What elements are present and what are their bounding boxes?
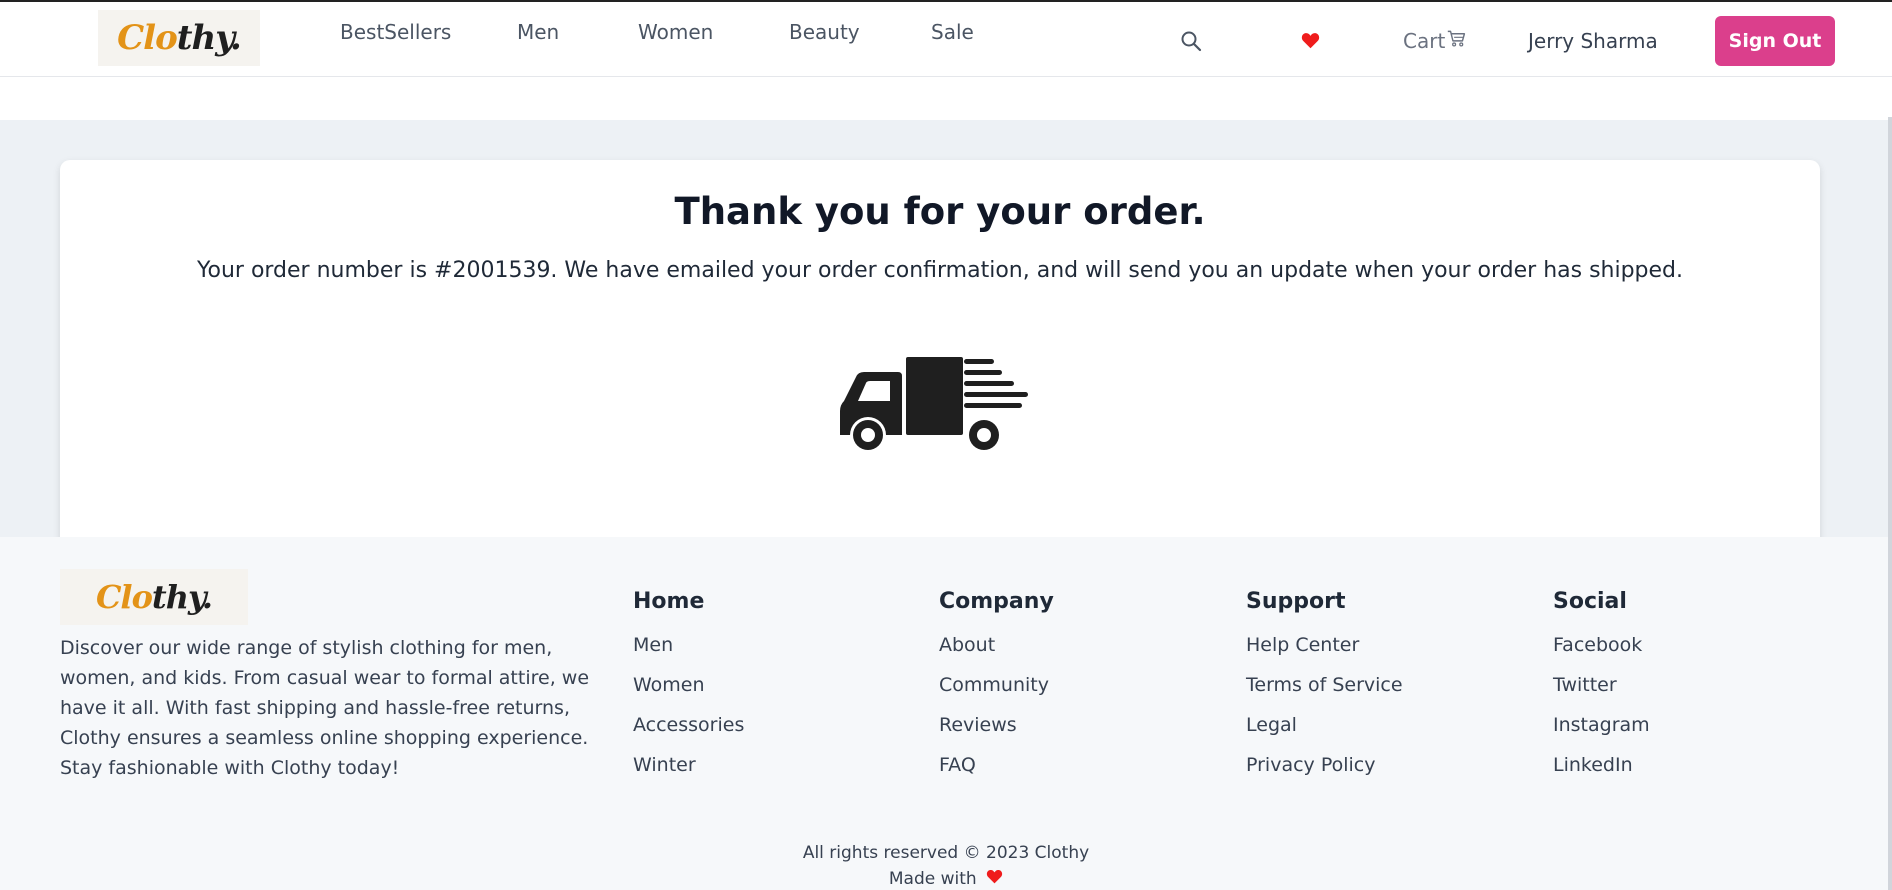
heart-icon [986,869,1003,889]
sign-out-button[interactable]: Sign Out [1715,16,1835,66]
footer-link-reviews[interactable]: Reviews [939,712,1054,752]
nav-beauty[interactable]: Beauty [789,20,860,44]
footer-link-privacy[interactable]: Privacy Policy [1246,752,1403,792]
copyright-text: All rights reserved © 2023 Clothy [802,843,1090,863]
footer-heading-social: Social [1553,589,1627,614]
footer-column-social: Social Facebook Twitter Instagram Linked… [1553,589,1650,792]
footer-link-men[interactable]: Men [633,632,744,672]
logo-text-part1: Clo [117,18,178,58]
footer-logo-part2: thy. [151,578,213,616]
footer-link-facebook[interactable]: Facebook [1553,632,1650,672]
nav-women[interactable]: Women [638,20,713,44]
footer-link-linkedin[interactable]: LinkedIn [1553,752,1650,792]
confirmation-message: Your order number is #2001539. We have e… [196,258,1684,283]
footer-link-community[interactable]: Community [939,672,1054,712]
cart-label: Cart [1403,29,1446,53]
footer-column-support: Support Help Center Terms of Service Leg… [1246,589,1403,792]
page-scrollbar[interactable] [1888,117,1892,890]
footer-link-winter[interactable]: Winter [633,752,744,792]
nav-bestsellers[interactable]: BestSellers [340,20,451,44]
order-confirmation-card: Thank you for your order. Your order num… [60,160,1820,547]
confirmation-title: Thank you for your order. [674,190,1206,233]
footer-link-terms[interactable]: Terms of Service [1246,672,1403,712]
footer-link-twitter[interactable]: Twitter [1553,672,1650,712]
delivery-truck-icon [836,355,1046,459]
made-with-line: Made with [0,869,1892,889]
cart-link[interactable]: Cart [1403,29,1466,53]
nav-sale[interactable]: Sale [931,20,974,44]
footer-link-instagram[interactable]: Instagram [1553,712,1650,752]
footer-logo-part1: Clo [95,578,153,616]
cart-icon [1447,29,1466,53]
nav-men[interactable]: Men [517,20,559,44]
footer-description: Discover our wide range of stylish cloth… [60,637,590,779]
brand-logo[interactable]: Clo thy. [98,10,260,66]
footer-link-help-center[interactable]: Help Center [1246,632,1403,672]
logo-text-part2: thy. [176,18,242,58]
footer-link-accessories[interactable]: Accessories [633,712,744,752]
footer-column-company: Company About Community Reviews FAQ [939,589,1054,792]
heart-icon[interactable] [1301,32,1320,53]
search-icon[interactable] [1180,30,1202,56]
footer-heading-support: Support [1246,589,1346,614]
made-with-text: Made with [888,869,977,889]
footer-link-about[interactable]: About [939,632,1054,672]
footer-heading-home: Home [633,589,705,614]
footer-link-legal[interactable]: Legal [1246,712,1403,752]
top-navbar: Clo thy. BestSellers Men Women Beauty Sal… [0,0,1892,77]
site-footer: Clo thy. Discover our wide range of styli… [0,537,1892,890]
user-name[interactable]: Jerry Sharma [1528,29,1658,53]
footer-link-faq[interactable]: FAQ [939,752,1054,792]
footer-link-women[interactable]: Women [633,672,744,712]
footer-logo[interactable]: Clo thy. [60,569,248,625]
footer-heading-company: Company [939,589,1054,614]
footer-column-home: Home Men Women Accessories Winter [633,589,744,792]
